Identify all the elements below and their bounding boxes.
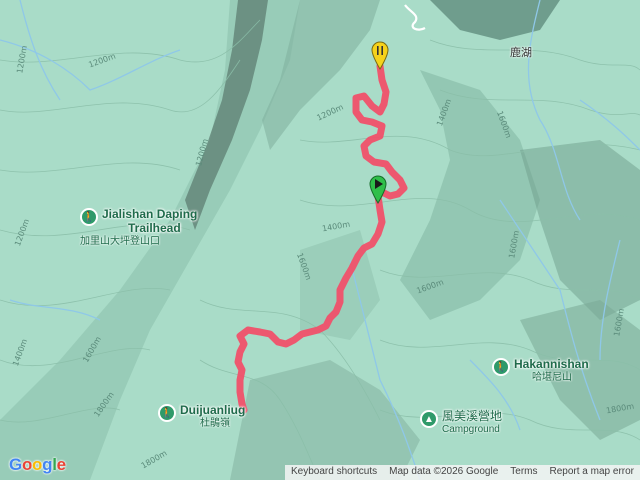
google-logo: Google [9, 455, 66, 475]
poi-hakannishan[interactable]: 🚶 Hakannishan 哈堪尼山 [492, 357, 589, 383]
poi-name-en: Duijuanliug [180, 403, 246, 417]
poi-campground[interactable]: ▲ 風美溪營地 Campground [420, 409, 503, 435]
poi-name-zh: 風美溪營地 [442, 409, 503, 423]
poi-duijuanliug[interactable]: 🚶 Duijuanliug 杜鵑嶺 [158, 403, 246, 429]
poi-name-zh: 哈堪尼山 [532, 371, 572, 383]
poi-jialishan-trailhead[interactable]: 🚶 Jialishan Daping Trailhead 加里山大坪登山口 [80, 207, 198, 247]
keyboard-shortcuts-link[interactable]: Keyboard shortcuts [285, 465, 383, 480]
poi-name-en: Jialishan Daping [102, 207, 198, 221]
poi-name-en: Hakannishan [514, 357, 589, 371]
tent-icon: ▲ [420, 410, 438, 428]
logo-letter: g [42, 455, 53, 474]
terms-link[interactable]: Terms [504, 465, 543, 480]
hiker-icon: 🚶 [158, 404, 176, 422]
logo-letter: e [56, 455, 66, 474]
logo-letter: G [9, 455, 22, 474]
report-error-link[interactable]: Report a map error [544, 465, 640, 480]
poi-name-zh: 杜鵑嶺 [200, 417, 230, 429]
poi-name-zh: 加里山大坪登山口 [80, 235, 160, 247]
logo-letter: o [32, 455, 43, 474]
start-marker-icon[interactable] [368, 174, 388, 204]
end-marker-icon[interactable] [370, 40, 390, 70]
hiker-icon: 🚶 [80, 208, 98, 226]
map-canvas[interactable]: 1200m 1200m 1200m 1200m 1200m 1400m 1400… [0, 0, 640, 480]
place-label: 鹿湖 [510, 47, 532, 59]
hiker-icon: 🚶 [492, 358, 510, 376]
poi-name-en-line2: Trailhead [128, 220, 181, 235]
attribution-bar: Keyboard shortcuts Map data ©2026 Google… [284, 465, 640, 480]
logo-letter: o [21, 455, 33, 474]
map-data-text: Map data ©2026 Google [389, 466, 499, 477]
poi-name-en: Campground [442, 423, 500, 435]
